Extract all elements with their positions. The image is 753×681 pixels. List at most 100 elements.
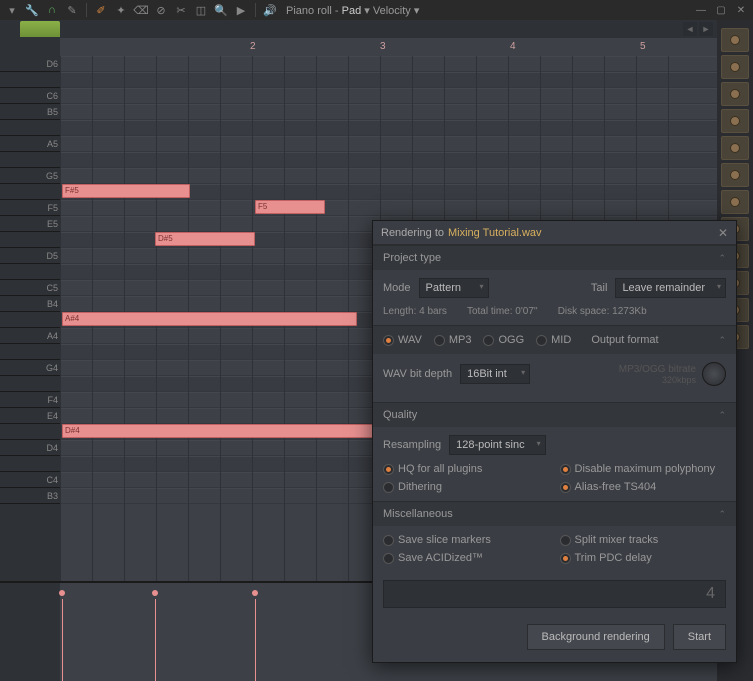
channel-slot[interactable]: [721, 82, 749, 106]
channel-slot[interactable]: [721, 190, 749, 214]
grid-row[interactable]: [60, 168, 717, 184]
piano-key[interactable]: C4: [0, 472, 60, 488]
grid-row[interactable]: [60, 56, 717, 72]
bitrate-value: 320kbps: [619, 375, 696, 385]
grid-row[interactable]: [60, 200, 717, 216]
grid-row[interactable]: [60, 88, 717, 104]
piano-key[interactable]: F5: [0, 200, 60, 216]
midi-note[interactable]: D#5: [155, 232, 255, 246]
grid-row[interactable]: [60, 72, 717, 88]
pencil-icon[interactable]: ✎: [64, 2, 80, 18]
piano-keys[interactable]: D6 C6B5 A5 G5 F5E5 D5 C5B4 A4 G4 F4E4 D4 C4B3: [0, 56, 60, 581]
grid-row[interactable]: [60, 136, 717, 152]
piano-key[interactable]: D5: [0, 248, 60, 264]
magnet-icon[interactable]: ∩: [44, 2, 60, 18]
channel-slot[interactable]: [721, 109, 749, 133]
quality-header[interactable]: Quality ⌃: [373, 403, 736, 427]
minimize-button[interactable]: —: [693, 3, 709, 17]
channel-slot[interactable]: [721, 55, 749, 79]
piano-key[interactable]: [0, 232, 60, 248]
mute-icon[interactable]: ⊘: [153, 2, 169, 18]
piano-key[interactable]: [0, 344, 60, 360]
bitdepth-dropdown[interactable]: 16Bit int: [460, 364, 530, 384]
close-button[interactable]: ✕: [733, 3, 749, 17]
midi-note[interactable]: F#5: [62, 184, 190, 198]
piano-key[interactable]: C5: [0, 280, 60, 296]
speaker-icon[interactable]: 🔊: [262, 2, 278, 18]
title-suffix[interactable]: ▾ Velocity ▾: [361, 5, 419, 17]
piano-key[interactable]: [0, 456, 60, 472]
mode-dropdown[interactable]: Pattern: [419, 278, 489, 298]
grid-row[interactable]: [60, 104, 717, 120]
background-render-button[interactable]: Background rendering: [527, 624, 665, 650]
piano-key[interactable]: B3: [0, 488, 60, 504]
maximize-button[interactable]: ▢: [713, 3, 729, 17]
resampling-dropdown[interactable]: 128-point sinc: [449, 435, 546, 455]
velocity-bar[interactable]: [155, 599, 156, 681]
piano-key[interactable]: D4: [0, 440, 60, 456]
piano-key[interactable]: G5: [0, 168, 60, 184]
aliasfree-radio[interactable]: [560, 482, 571, 493]
dialog-close-button[interactable]: ✕: [718, 226, 728, 240]
piano-key[interactable]: E4: [0, 408, 60, 424]
dithering-radio[interactable]: [383, 482, 394, 493]
piano-key[interactable]: [0, 264, 60, 280]
piano-key[interactable]: [0, 72, 60, 88]
piano-key[interactable]: B4: [0, 296, 60, 312]
play-icon[interactable]: ▶: [233, 2, 249, 18]
piano-key[interactable]: A5: [0, 136, 60, 152]
project-type-header[interactable]: Project type ⌃: [373, 246, 736, 270]
misc-header[interactable]: Miscellaneous ⌃: [373, 502, 736, 526]
piano-key[interactable]: [0, 312, 60, 328]
grid-row[interactable]: [60, 152, 717, 168]
split-radio[interactable]: [560, 535, 571, 546]
piano-key[interactable]: D6: [0, 56, 60, 72]
brush-icon[interactable]: ✐: [93, 2, 109, 18]
polyphony-radio[interactable]: [560, 464, 571, 475]
start-button[interactable]: Start: [673, 624, 726, 650]
tab-prev-button[interactable]: ◄: [683, 22, 697, 36]
trim-radio[interactable]: [560, 553, 571, 564]
slice-radio[interactable]: [383, 535, 394, 546]
ogg-radio[interactable]: [483, 335, 494, 346]
grid-row[interactable]: [60, 120, 717, 136]
slice-icon[interactable]: ✂: [173, 2, 189, 18]
piano-key[interactable]: F4: [0, 392, 60, 408]
dialog-titlebar[interactable]: Rendering to Mixing Tutorial.wav ✕: [373, 221, 736, 245]
active-pattern-tab[interactable]: [20, 21, 60, 37]
render-dialog: Rendering to Mixing Tutorial.wav ✕ Proje…: [372, 220, 737, 663]
piano-key[interactable]: B5: [0, 104, 60, 120]
paint-icon[interactable]: ✦: [113, 2, 129, 18]
zoom-icon[interactable]: 🔍: [213, 2, 229, 18]
channel-slot[interactable]: [721, 163, 749, 187]
channel-slot[interactable]: [721, 28, 749, 52]
wav-radio[interactable]: [383, 335, 394, 346]
velocity-bar[interactable]: [62, 599, 63, 681]
mp3-radio[interactable]: [434, 335, 445, 346]
hq-radio[interactable]: [383, 464, 394, 475]
section-label: Quality: [383, 409, 417, 421]
piano-key[interactable]: [0, 184, 60, 200]
midi-note[interactable]: A#4: [62, 312, 357, 326]
bitrate-knob[interactable]: [702, 362, 726, 386]
select-icon[interactable]: ◫: [193, 2, 209, 18]
piano-key[interactable]: [0, 424, 60, 440]
mid-radio[interactable]: [536, 335, 547, 346]
piano-key[interactable]: A4: [0, 328, 60, 344]
menu-icon[interactable]: ▾: [4, 2, 20, 18]
velocity-bar[interactable]: [255, 599, 256, 681]
acid-radio[interactable]: [383, 553, 394, 564]
piano-key[interactable]: [0, 152, 60, 168]
piano-key[interactable]: [0, 120, 60, 136]
wrench-icon[interactable]: 🔧: [24, 2, 40, 18]
piano-key[interactable]: [0, 376, 60, 392]
piano-key[interactable]: G4: [0, 360, 60, 376]
tail-dropdown[interactable]: Leave remainder: [615, 278, 726, 298]
piano-key[interactable]: C6: [0, 88, 60, 104]
channel-slot[interactable]: [721, 136, 749, 160]
piano-key[interactable]: E5: [0, 216, 60, 232]
erase-icon[interactable]: ⌫: [133, 2, 149, 18]
title-pattern[interactable]: Pad: [342, 5, 362, 17]
midi-note[interactable]: F5: [255, 200, 325, 214]
tab-next-button[interactable]: ►: [699, 22, 713, 36]
